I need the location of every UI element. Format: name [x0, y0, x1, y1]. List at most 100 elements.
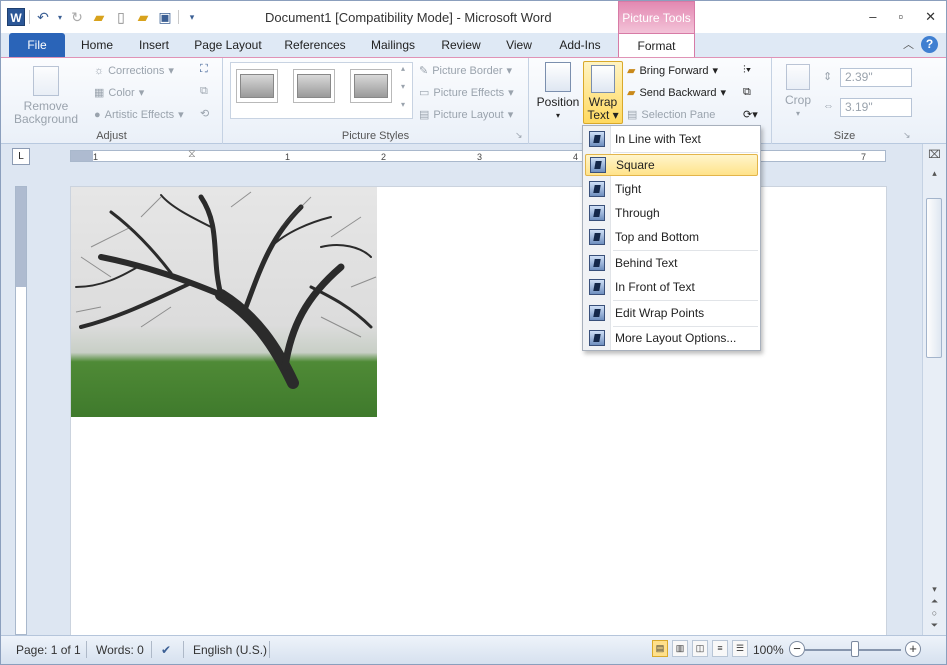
picture-effects-button[interactable]: ▭ Picture Effects ▾: [419, 86, 514, 100]
rotate-icon[interactable]: ⟳▾: [743, 108, 758, 121]
send-backward-button[interactable]: ▰ Send Backward ▾: [627, 86, 726, 100]
vertical-ruler-bar[interactable]: [15, 186, 27, 635]
close-icon[interactable]: ✕: [925, 9, 936, 25]
outline-icon[interactable]: ≡: [712, 640, 728, 657]
corrections-label: Corrections: [108, 64, 165, 77]
align-icon[interactable]: ⫶▾: [743, 64, 751, 77]
menu-item-in-front-of-text[interactable]: In Front of Text: [585, 276, 758, 298]
bring-forward-button[interactable]: ▰ Bring Forward ▾: [627, 64, 718, 78]
page-count[interactable]: Page: 1 of 1: [16, 643, 81, 657]
selection-pane-icon: ▤: [627, 109, 638, 121]
undo-icon[interactable]: ↶: [34, 8, 52, 26]
zoom-slider-thumb[interactable]: [851, 641, 859, 657]
artistic-effects-icon: ●: [94, 108, 101, 121]
zoom-in-icon[interactable]: +: [905, 641, 921, 657]
view-ruler-icon[interactable]: ⌧: [927, 148, 942, 162]
selection-pane-button[interactable]: ▤ Selection Pane: [627, 108, 715, 122]
position-button[interactable]: Position ▾: [535, 62, 581, 122]
remove-background-button[interactable]: Remove Background: [11, 66, 81, 126]
open-folder-icon[interactable]: ▰: [90, 8, 108, 26]
menu-item-label: Tight: [615, 182, 642, 196]
language-indicator[interactable]: English (U.S.): [193, 643, 267, 657]
zoom-level[interactable]: 100%: [753, 643, 784, 657]
menu-item-top-and-bottom[interactable]: Top and Bottom: [585, 226, 758, 248]
zoom-out-icon[interactable]: −: [789, 641, 805, 657]
open-icon[interactable]: ▰: [134, 8, 152, 26]
word-count[interactable]: Words: 0: [96, 643, 144, 657]
ruler-bar[interactable]: 1 ⧖ 1 2 3 4 7: [70, 148, 886, 162]
change-picture-icon[interactable]: ⧉: [200, 85, 208, 98]
compress-pictures-icon[interactable]: ⛶: [200, 63, 208, 76]
divider: [183, 641, 184, 658]
menu-item-more-layout-options[interactable]: More Layout Options...: [585, 327, 758, 349]
tab-add-ins[interactable]: Add-Ins: [549, 33, 611, 57]
tab-view[interactable]: View: [497, 33, 541, 57]
menu-item-tight[interactable]: Tight: [585, 178, 758, 200]
tab-mailings[interactable]: Mailings: [361, 33, 425, 57]
tab-review[interactable]: Review: [433, 33, 489, 57]
title-bar: W ↶ ▾ ↻ ▰ ▯ ▰ ▣ ▾ Document1 [Compatibili…: [1, 1, 946, 33]
print-layout-icon[interactable]: ▤: [652, 640, 668, 657]
tab-insert[interactable]: Insert: [129, 33, 179, 57]
color-button[interactable]: ▦ Color ▾: [94, 86, 144, 100]
scroll-thumb[interactable]: [926, 198, 942, 358]
group-adjust: Remove Background ☼ Corrections ▾ ▦ Color ▾ …: [1, 58, 223, 144]
tab-home[interactable]: Home: [71, 33, 123, 57]
word-logo-icon[interactable]: W: [7, 8, 25, 26]
minimize-icon[interactable]: –: [869, 9, 876, 25]
edit-wrap-points-icon: [589, 305, 605, 321]
menu-item-in-line-with-text[interactable]: In Line with Text: [585, 128, 758, 150]
tab-references[interactable]: References: [277, 33, 353, 57]
new-document-icon[interactable]: ▯: [112, 8, 130, 26]
crop-button[interactable]: Crop ▾: [780, 64, 816, 120]
menu-divider: [613, 250, 758, 251]
menu-item-behind-text[interactable]: Behind Text: [585, 252, 758, 274]
width-input[interactable]: 3.19": [840, 98, 912, 117]
menu-item-edit-wrap-points[interactable]: Edit Wrap Points: [585, 302, 758, 324]
wrap-text-button[interactable]: Wrap Text ▾: [583, 61, 623, 124]
picture-style-thumb[interactable]: [236, 69, 278, 103]
dialog-launcher-icon[interactable]: ↘: [903, 130, 911, 141]
window-title: Document1 [Compatibility Mode] - Microso…: [265, 10, 552, 25]
ruler-tick: 1: [93, 152, 99, 162]
picture-style-thumb[interactable]: [350, 69, 392, 103]
undo-dropdown-icon[interactable]: ▾: [56, 8, 64, 26]
tab-file[interactable]: File: [9, 33, 65, 57]
reset-picture-icon[interactable]: ⟲: [200, 107, 209, 120]
wrap-text-icon: [591, 65, 615, 93]
group-objects-icon[interactable]: ⧉: [743, 86, 751, 99]
menu-item-square[interactable]: Square: [585, 154, 758, 176]
web-layout-icon[interactable]: ◫: [692, 640, 708, 657]
restore-icon[interactable]: ▫: [898, 9, 903, 25]
gallery-scroll-icon[interactable]: ▴ ▾ ▾: [401, 64, 405, 109]
next-page-icon[interactable]: ⏷: [927, 620, 942, 634]
height-input[interactable]: 2.39": [840, 68, 912, 87]
indent-marker-icon[interactable]: ⧖: [188, 148, 196, 161]
document-page[interactable]: [70, 186, 887, 646]
picture-styles-group-label: Picture Styles: [341, 130, 410, 142]
minimize-ribbon-icon[interactable]: ︿: [903, 36, 914, 52]
help-icon[interactable]: ?: [921, 36, 938, 53]
vertical-scrollbar[interactable]: ⌧ ▴ ▾ ⏶ ○ ⏷: [922, 144, 946, 635]
save-icon[interactable]: ▣: [156, 8, 174, 26]
tree-picture[interactable]: [71, 187, 377, 417]
scroll-up-icon[interactable]: ▴: [927, 168, 942, 182]
draft-icon[interactable]: ☰: [732, 640, 748, 657]
menu-item-through[interactable]: Through: [585, 202, 758, 224]
status-bar: Page: 1 of 1 Words: 0 ✔ English (U.S.) ▤…: [1, 635, 946, 664]
tab-selector[interactable]: L: [12, 148, 30, 165]
proofing-icon[interactable]: ✔: [161, 643, 171, 657]
full-screen-reading-icon[interactable]: ▥: [672, 640, 688, 657]
artistic-effects-button[interactable]: ● Artistic Effects ▾: [94, 108, 184, 122]
tab-page-layout[interactable]: Page Layout: [187, 33, 269, 57]
dialog-launcher-icon[interactable]: ↘: [515, 130, 523, 141]
corrections-button[interactable]: ☼ Corrections ▾: [94, 64, 174, 78]
tab-format[interactable]: Format: [618, 33, 695, 57]
picture-border-button[interactable]: ✎ Picture Border ▾: [419, 64, 512, 78]
picture-style-thumb[interactable]: [293, 69, 335, 103]
wrap-text-menu: In Line with Text Square Tight Through T…: [582, 125, 761, 351]
inline-wrap-icon: [589, 131, 605, 147]
redo-icon[interactable]: ↻: [68, 8, 86, 26]
customize-qat-icon[interactable]: ▾: [183, 8, 201, 26]
picture-layout-button[interactable]: ▤ Picture Layout ▾: [419, 108, 513, 122]
